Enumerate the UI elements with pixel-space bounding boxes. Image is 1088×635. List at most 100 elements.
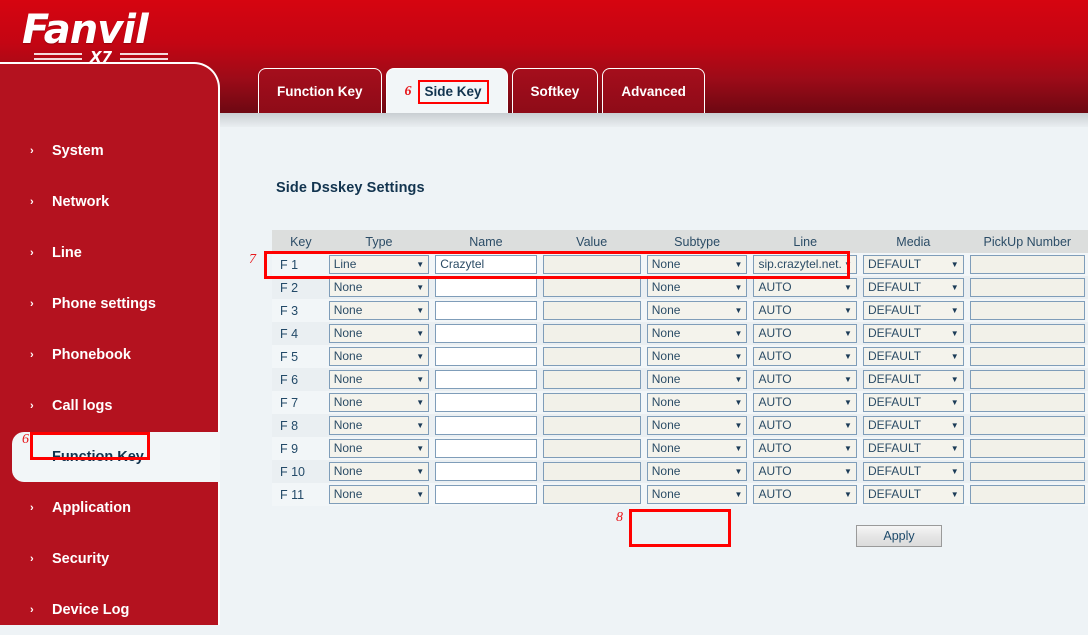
name-input-cell bbox=[432, 368, 540, 391]
subtype-select[interactable]: None ▼ bbox=[646, 439, 748, 458]
type-select[interactable]: None ▼ bbox=[328, 416, 430, 435]
chevron-down-icon: ▼ bbox=[734, 444, 743, 453]
media-select[interactable]: DEFAULT ▼ bbox=[862, 324, 964, 343]
name-input[interactable] bbox=[435, 301, 537, 320]
media-select[interactable]: DEFAULT ▼ bbox=[862, 416, 964, 435]
sidebar-item-system[interactable]: › System bbox=[0, 126, 218, 176]
media-select[interactable]: DEFAULT ▼ bbox=[862, 370, 964, 389]
subtype-select-cell: None ▼ bbox=[643, 345, 751, 368]
type-select[interactable]: Line ▼ bbox=[328, 255, 430, 274]
subtype-select[interactable]: None ▼ bbox=[646, 370, 748, 389]
subtype-select[interactable]: None ▼ bbox=[646, 324, 748, 343]
name-input[interactable] bbox=[435, 370, 537, 389]
chevron-down-icon: ▼ bbox=[734, 352, 743, 361]
media-select-cell: DEFAULT ▼ bbox=[859, 253, 967, 276]
pickup-number-input bbox=[969, 462, 1085, 481]
line-select[interactable]: AUTO ▼ bbox=[753, 370, 857, 389]
type-select[interactable]: None ▼ bbox=[328, 485, 430, 504]
media-select[interactable]: DEFAULT ▼ bbox=[862, 462, 964, 481]
media-select[interactable]: DEFAULT ▼ bbox=[862, 255, 964, 274]
type-select[interactable]: None ▼ bbox=[328, 462, 430, 481]
type-select[interactable]: None ▼ bbox=[328, 301, 430, 320]
line-select[interactable]: AUTO ▼ bbox=[753, 462, 857, 481]
media-select[interactable]: DEFAULT ▼ bbox=[862, 393, 964, 412]
name-input[interactable] bbox=[435, 439, 537, 458]
subtype-select[interactable]: None ▼ bbox=[646, 393, 748, 412]
chevron-down-icon: ▼ bbox=[844, 352, 852, 361]
name-input[interactable] bbox=[435, 347, 537, 366]
sidebar-item-label: Security bbox=[52, 551, 110, 568]
sidebar-item-phone-settings[interactable]: › Phone settings bbox=[0, 279, 218, 329]
media-select-value: DEFAULT bbox=[867, 418, 922, 432]
sidebar-item-security[interactable]: › Security bbox=[0, 534, 218, 584]
pickup-number-input-cell bbox=[966, 253, 1088, 276]
sidebar-item-label: System bbox=[52, 143, 104, 160]
subtype-select-value: None bbox=[651, 372, 681, 386]
line-select[interactable]: AUTO ▼ bbox=[753, 416, 857, 435]
chevron-down-icon: ▼ bbox=[950, 398, 959, 407]
apply-button[interactable]: Apply bbox=[856, 525, 942, 547]
subtype-select[interactable]: None ▼ bbox=[646, 485, 748, 504]
tab-label: Advanced bbox=[621, 84, 686, 99]
tab-function-key[interactable]: Function Key bbox=[258, 68, 382, 113]
value-input bbox=[542, 485, 641, 504]
sidebar-item-function-key[interactable]: › Function Key bbox=[12, 432, 220, 482]
name-input[interactable] bbox=[435, 393, 537, 412]
name-input[interactable] bbox=[435, 278, 537, 297]
type-select-value: None bbox=[333, 280, 363, 294]
media-select[interactable]: DEFAULT ▼ bbox=[862, 278, 964, 297]
subtype-select[interactable]: None ▼ bbox=[646, 278, 748, 297]
sidebar-item-application[interactable]: › Application bbox=[0, 483, 218, 533]
name-input-cell bbox=[432, 299, 540, 322]
name-input[interactable] bbox=[435, 462, 537, 481]
name-input[interactable]: Crazytel bbox=[435, 255, 537, 274]
subtype-select[interactable]: None ▼ bbox=[646, 255, 748, 274]
line-select-cell: AUTO ▼ bbox=[750, 299, 860, 322]
pickup-number-input bbox=[969, 485, 1085, 504]
line-select[interactable]: AUTO ▼ bbox=[753, 485, 857, 504]
line-select[interactable]: AUTO ▼ bbox=[753, 278, 857, 297]
subtype-select[interactable]: None ▼ bbox=[646, 462, 748, 481]
line-select[interactable]: AUTO ▼ bbox=[753, 301, 857, 320]
type-select[interactable]: None ▼ bbox=[328, 439, 430, 458]
sidebar-item-line[interactable]: › Line bbox=[0, 228, 218, 278]
sidebar-item-phonebook[interactable]: › Phonebook bbox=[0, 330, 218, 380]
chevron-right-icon: › bbox=[30, 145, 34, 158]
line-select[interactable]: AUTO ▼ bbox=[753, 347, 857, 366]
line-select-value: AUTO bbox=[758, 464, 792, 478]
name-input[interactable] bbox=[435, 416, 537, 435]
tab-advanced[interactable]: Advanced bbox=[602, 68, 705, 113]
media-select-value: DEFAULT bbox=[867, 464, 922, 478]
type-select[interactable]: None ▼ bbox=[328, 278, 430, 297]
line-select[interactable]: AUTO ▼ bbox=[753, 393, 857, 412]
line-select[interactable]: sip.crazytel.net. ▼ bbox=[753, 255, 857, 274]
media-select-cell: DEFAULT ▼ bbox=[859, 322, 967, 345]
tab-side-key[interactable]: 6 Side Key bbox=[385, 68, 508, 113]
media-select[interactable]: DEFAULT ▼ bbox=[862, 347, 964, 366]
tab-softkey[interactable]: Softkey bbox=[511, 68, 599, 113]
media-select[interactable]: DEFAULT ▼ bbox=[862, 485, 964, 504]
sidebar-item-call-logs[interactable]: › Call logs bbox=[0, 381, 218, 431]
chevron-down-icon: ▼ bbox=[950, 375, 959, 384]
type-select[interactable]: None ▼ bbox=[328, 370, 430, 389]
media-select-value: DEFAULT bbox=[867, 303, 922, 317]
chevron-down-icon: ▼ bbox=[416, 306, 425, 315]
media-select[interactable]: DEFAULT ▼ bbox=[862, 301, 964, 320]
line-select[interactable]: AUTO ▼ bbox=[753, 439, 857, 458]
sidebar-item-device-log[interactable]: › Device Log bbox=[0, 585, 218, 635]
media-select[interactable]: DEFAULT ▼ bbox=[862, 439, 964, 458]
type-select[interactable]: None ▼ bbox=[328, 347, 430, 366]
type-select[interactable]: None ▼ bbox=[328, 393, 430, 412]
subtype-select-cell: None ▼ bbox=[643, 391, 751, 414]
pickup-number-input-cell bbox=[966, 460, 1088, 483]
name-input[interactable] bbox=[435, 485, 537, 504]
chevron-down-icon: ▼ bbox=[416, 444, 425, 453]
subtype-select[interactable]: None ▼ bbox=[646, 416, 748, 435]
sidebar-item-network[interactable]: › Network bbox=[0, 177, 218, 227]
name-input[interactable] bbox=[435, 324, 537, 343]
line-select[interactable]: AUTO ▼ bbox=[753, 324, 857, 343]
type-select[interactable]: None ▼ bbox=[328, 324, 430, 343]
content-area: Side Dsskey Settings Key Type Name Value… bbox=[220, 127, 1088, 625]
subtype-select[interactable]: None ▼ bbox=[646, 301, 748, 320]
subtype-select[interactable]: None ▼ bbox=[646, 347, 748, 366]
